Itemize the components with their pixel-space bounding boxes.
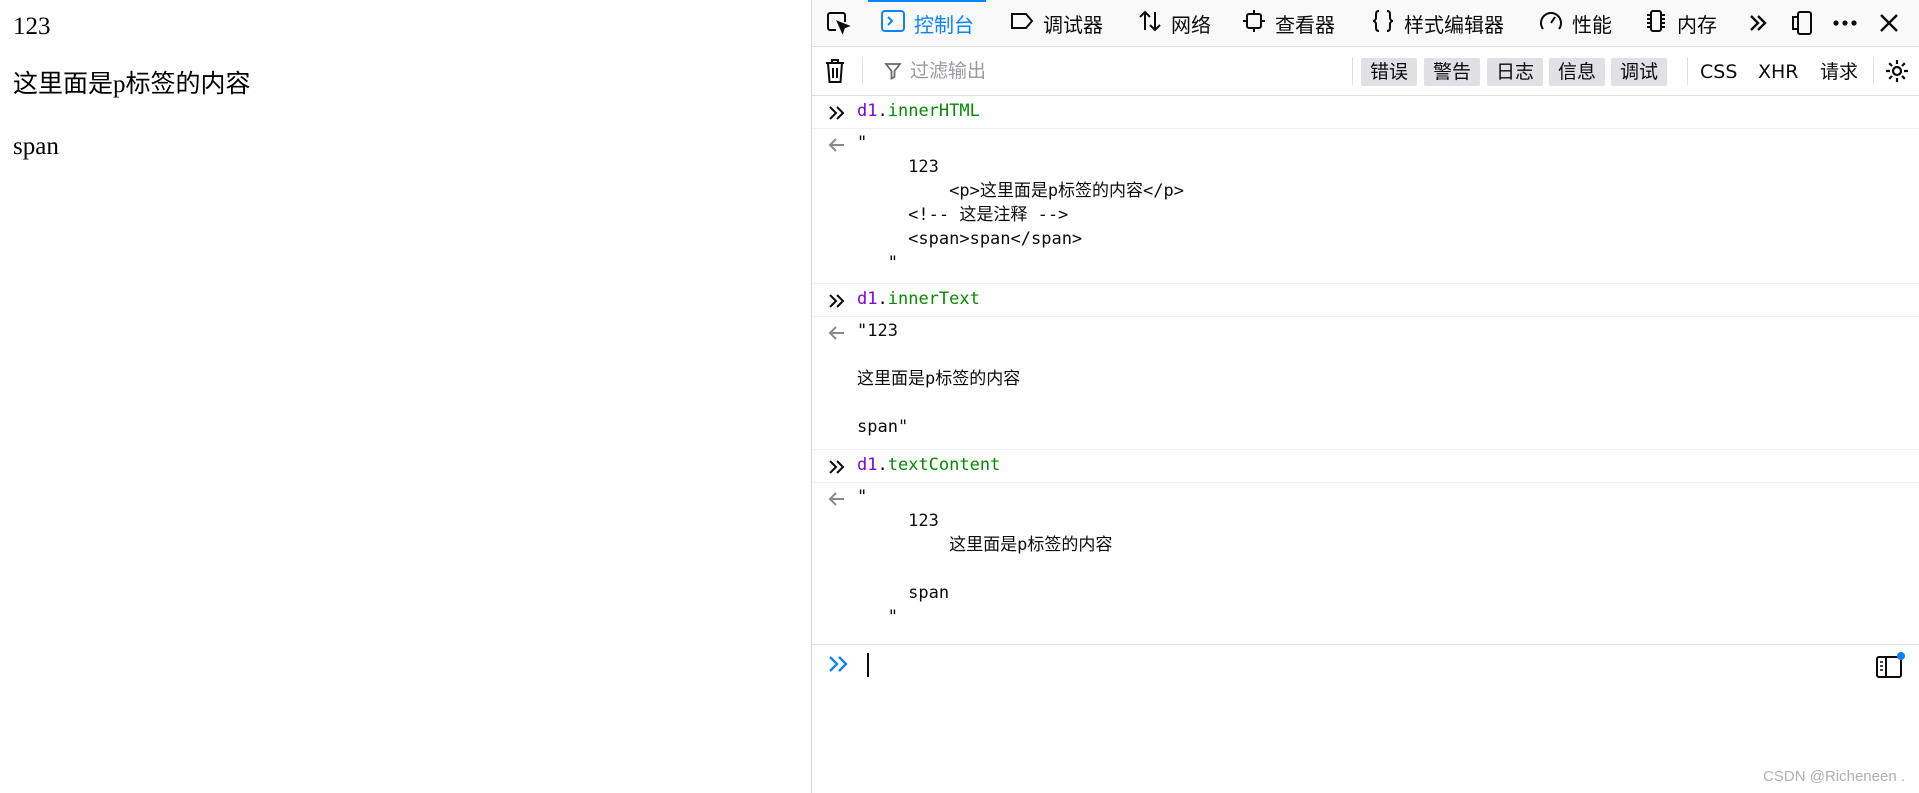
console-input-row: d1.textContent bbox=[812, 450, 1919, 483]
watermark-text: CSDN @Richeneen . bbox=[1763, 768, 1905, 785]
editor-mode-toggle-icon[interactable] bbox=[1875, 651, 1905, 683]
devtools-toolbar: 控制台 调试器 网络 查看器 样式编辑器 性能 内存 bbox=[812, 0, 1919, 47]
console-filter-bar: 错误 警告 日志 信息 调试 CSS XHR 请求 bbox=[812, 47, 1919, 96]
expression-object: d1 bbox=[857, 455, 878, 475]
network-icon bbox=[1137, 8, 1171, 39]
page-paragraph: 这里面是p标签的内容 bbox=[13, 71, 251, 98]
tab-label: 性能 bbox=[1572, 12, 1612, 37]
result-arrow-icon bbox=[828, 324, 846, 346]
result-arrow-icon bbox=[828, 490, 846, 512]
devtools-panel: 控制台 调试器 网络 查看器 样式编辑器 性能 内存 过滤输出 错误 警告 日志… bbox=[812, 0, 1919, 793]
filter-requests-button[interactable]: 请求 bbox=[1820, 58, 1858, 86]
input-chevron-icon bbox=[828, 458, 846, 480]
tab-label: 网络 bbox=[1171, 12, 1211, 37]
tab-network[interactable]: 网络 bbox=[1137, 0, 1211, 46]
expression-property: textContent bbox=[887, 455, 1001, 475]
expression-object: d1 bbox=[857, 289, 878, 309]
tab-performance[interactable]: 性能 bbox=[1538, 0, 1612, 46]
tab-label: 控制台 bbox=[914, 12, 974, 37]
tab-console[interactable]: 控制台 bbox=[868, 0, 986, 46]
page-span: span bbox=[13, 133, 59, 160]
tab-style-editor[interactable]: 样式编辑器 bbox=[1370, 0, 1504, 46]
filter-icon bbox=[884, 62, 902, 80]
filter-box bbox=[884, 57, 1312, 85]
prompt-chevron-icon bbox=[828, 654, 850, 678]
result-value[interactable]: " 123 <p>这里面是p标签的内容</p> <!-- 这是注释 --> <s… bbox=[857, 131, 1184, 275]
expression-property: innerHTML bbox=[887, 101, 980, 121]
tab-label: 内存 bbox=[1677, 12, 1717, 37]
filter-xhr-button[interactable]: XHR bbox=[1758, 58, 1799, 86]
tab-memory[interactable]: 内存 bbox=[1643, 0, 1717, 46]
console-settings-gear-icon[interactable] bbox=[1880, 47, 1914, 95]
console-input-row: d1.innerText bbox=[812, 284, 1919, 317]
more-tools-chevron-icon[interactable] bbox=[1741, 0, 1775, 46]
performance-icon bbox=[1538, 8, 1572, 39]
element-picker-icon[interactable] bbox=[820, 0, 856, 46]
filter-errors-button[interactable]: 错误 bbox=[1361, 58, 1418, 86]
filter-debug-button[interactable]: 调试 bbox=[1611, 58, 1668, 86]
tab-inspector[interactable]: 查看器 bbox=[1241, 0, 1335, 46]
input-chevron-icon bbox=[828, 104, 846, 126]
filter-info-button[interactable]: 信息 bbox=[1549, 58, 1606, 86]
style-editor-icon bbox=[1370, 8, 1404, 39]
filter-css-button[interactable]: CSS bbox=[1700, 58, 1737, 86]
console-result-row: "123 这里面是p标签的内容 span" bbox=[812, 317, 1919, 450]
tab-label: 调试器 bbox=[1043, 12, 1103, 37]
console-input-line[interactable] bbox=[812, 644, 1919, 683]
expression-property: innerText bbox=[887, 289, 980, 309]
console-icon bbox=[880, 8, 914, 39]
expression-object: d1 bbox=[857, 101, 878, 121]
tab-debugger[interactable]: 调试器 bbox=[1009, 0, 1103, 46]
more-options-icon[interactable] bbox=[1828, 0, 1862, 46]
result-arrow-icon bbox=[828, 136, 846, 158]
debugger-icon bbox=[1009, 8, 1043, 39]
result-value[interactable]: "123 这里面是p标签的内容 span" bbox=[857, 319, 1020, 439]
console-result-row: " 123 这里面是p标签的内容 span " bbox=[812, 483, 1919, 643]
console-result-row: " 123 <p>这里面是p标签的内容</p> <!-- 这是注释 --> <s… bbox=[812, 129, 1919, 284]
filter-logs-button[interactable]: 日志 bbox=[1487, 58, 1544, 86]
memory-icon bbox=[1643, 8, 1677, 39]
result-value[interactable]: " 123 这里面是p标签的内容 span " bbox=[857, 485, 1112, 629]
filter-warnings-button[interactable]: 警告 bbox=[1424, 58, 1481, 86]
console-input-row: d1.innerHTML bbox=[812, 96, 1919, 129]
tab-label: 查看器 bbox=[1275, 12, 1335, 37]
input-chevron-icon bbox=[828, 292, 846, 314]
tab-label: 样式编辑器 bbox=[1404, 12, 1504, 37]
page-text-123: 123 bbox=[13, 13, 51, 40]
filter-output-input[interactable] bbox=[908, 59, 1312, 83]
responsive-design-icon[interactable] bbox=[1785, 0, 1819, 46]
trash-icon[interactable] bbox=[820, 47, 850, 95]
close-icon[interactable] bbox=[1872, 0, 1906, 46]
inspector-icon bbox=[1241, 8, 1275, 39]
text-caret bbox=[867, 653, 869, 677]
page-content: 123 这里面是p标签的内容 span bbox=[0, 0, 812, 793]
